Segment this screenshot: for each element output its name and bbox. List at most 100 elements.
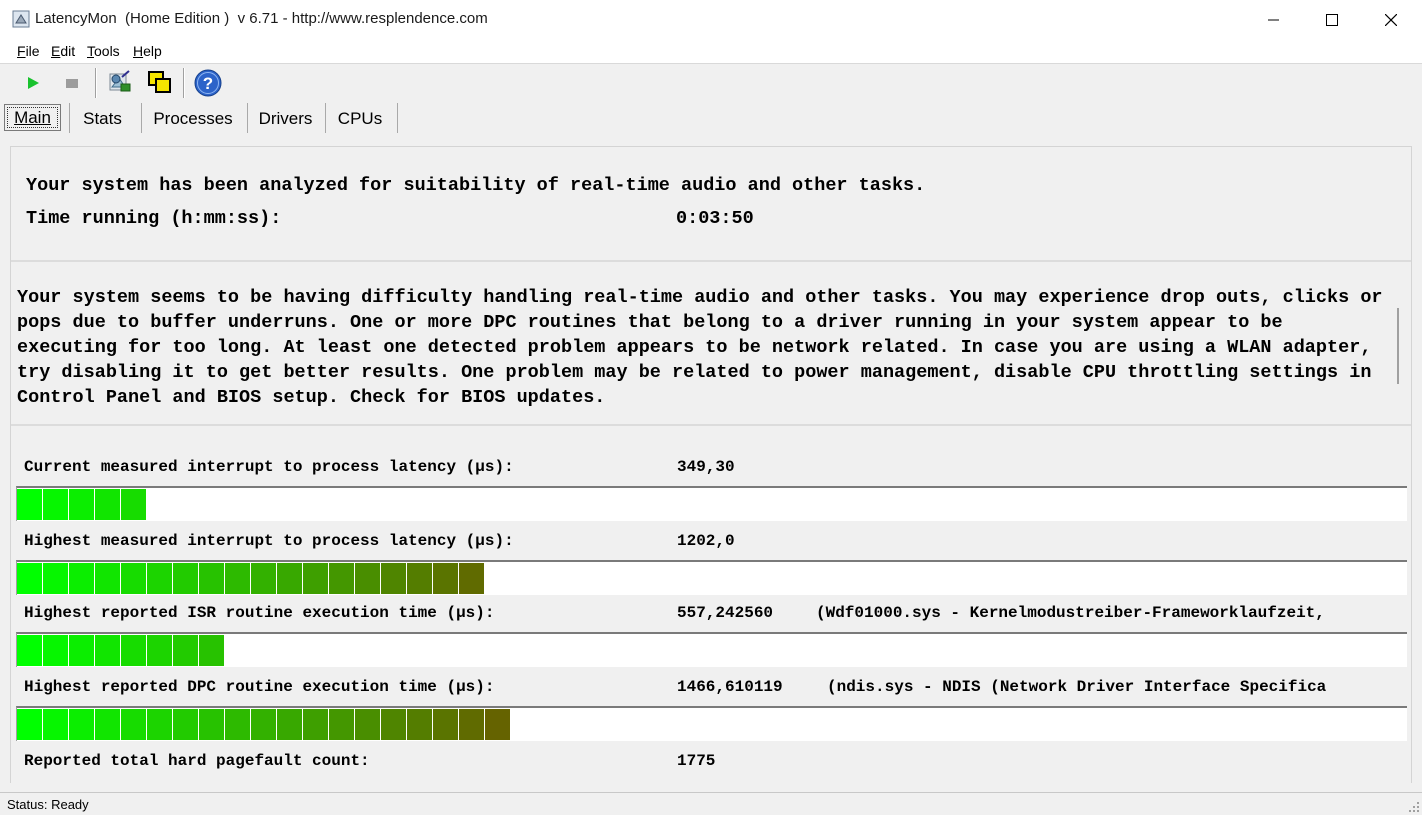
latency-bar-fill [17, 562, 485, 595]
menu-tools[interactable]: Tools [87, 43, 120, 59]
title-bar: LatencyMon (Home Edition ) v 6.71 - http… [0, 0, 1422, 39]
time-running-label: Time running (h:mm:ss): [26, 208, 282, 229]
latency-bar-segment [303, 563, 329, 594]
latency-bar-segment [407, 709, 433, 740]
latency-bar-segment [43, 563, 69, 594]
latency-bar-segment [95, 635, 121, 666]
metric-value: 1466,610119 [677, 678, 783, 696]
svg-text:?: ? [203, 74, 213, 93]
metric-label: Highest reported DPC routine execution t… [24, 678, 495, 696]
latency-bar-segment [147, 635, 173, 666]
summary-panel: Your system has been analyzed for suitab… [11, 147, 1411, 262]
latency-bar-segment [277, 563, 303, 594]
latency-bar-segment [225, 709, 251, 740]
menu-bar: File Edit Tools Help [0, 39, 1422, 64]
toolbar-separator [183, 68, 185, 98]
maximize-button[interactable] [1303, 0, 1361, 39]
latency-bar-segment [17, 635, 43, 666]
latency-bar-segment [329, 563, 355, 594]
latency-bar-segment [173, 635, 199, 666]
latency-bar-segment [95, 489, 121, 520]
latency-bar [16, 486, 1407, 521]
tab-stats[interactable]: Stats [70, 103, 135, 135]
tab-bar: Main Stats Processes Drivers CPUs [0, 101, 1422, 135]
latency-bar [16, 706, 1407, 741]
latency-bar-segment [199, 635, 225, 666]
tab-separator [141, 103, 142, 133]
metric-value: 1775 [677, 752, 716, 770]
latency-bar-segment [277, 709, 303, 740]
windows-button[interactable] [144, 67, 176, 99]
latency-bar-segment [69, 709, 95, 740]
tab-cpus[interactable]: CPUs [327, 103, 393, 135]
tab-main[interactable]: Main [4, 104, 61, 131]
stop-button[interactable] [56, 67, 88, 99]
help-button[interactable]: ? [192, 67, 224, 99]
latency-bar-segment [381, 709, 407, 740]
latency-bar-segment [407, 563, 433, 594]
start-button[interactable] [17, 67, 49, 99]
latency-bar-segment [199, 563, 225, 594]
latency-bar-segment [69, 635, 95, 666]
latency-bar [16, 560, 1407, 595]
stop-icon [66, 79, 78, 88]
latency-bar-segment [355, 709, 381, 740]
latency-bar-segment [121, 489, 147, 520]
time-running-value: 0:03:50 [676, 208, 754, 229]
latency-bar-segment [147, 709, 173, 740]
help-icon: ? [194, 69, 222, 97]
main-content: Your system has been analyzed for suitab… [10, 146, 1412, 783]
metric-label: Highest reported ISR routine execution t… [24, 604, 495, 622]
toolbar-separator [95, 68, 97, 98]
minimize-button[interactable] [1245, 0, 1303, 39]
metric-value: 1202,0 [677, 532, 735, 550]
latency-bar-segment [459, 709, 485, 740]
maximize-icon [1326, 13, 1338, 26]
tab-drivers[interactable]: Drivers [248, 103, 323, 135]
tab-processes[interactable]: Processes [143, 103, 243, 135]
latency-bar-segment [485, 709, 511, 740]
latency-bar-fill [17, 708, 511, 741]
metric-value: 557,242560 [677, 604, 774, 622]
latency-bar-segment [173, 709, 199, 740]
latency-bar-segment [43, 635, 69, 666]
metric-driver-detail: (ndis.sys - NDIS (Network Driver Interfa… [827, 678, 1327, 696]
latency-bar-segment [69, 489, 95, 520]
metric-label: Current measured interrupt to process la… [24, 458, 514, 476]
status-text: Status: Ready [7, 797, 89, 812]
latency-bar-segment [251, 709, 277, 740]
latency-bar-segment [147, 563, 173, 594]
metric-label: Reported total hard pagefault count: [24, 752, 370, 770]
message-scrollbar[interactable] [1397, 308, 1399, 384]
latency-bar-segment [69, 563, 95, 594]
menu-file[interactable]: File [17, 43, 40, 59]
latency-bar-segment [329, 709, 355, 740]
latency-bar-segment [121, 635, 147, 666]
latency-bar-segment [303, 709, 329, 740]
conclusion-panel[interactable]: Your system seems to be having difficult… [11, 264, 1411, 426]
latency-bar-fill [17, 488, 147, 521]
latency-bar-segment [459, 563, 485, 594]
driver-settings-button[interactable] [104, 67, 136, 99]
conclusion-message: Your system seems to be having difficult… [17, 287, 1394, 408]
latency-bar-fill [17, 634, 225, 667]
close-button[interactable] [1362, 0, 1420, 39]
latency-bar-segment [173, 563, 199, 594]
status-bar: Status: Ready [0, 792, 1422, 815]
analysis-summary-text: Your system has been analyzed for suitab… [26, 175, 926, 196]
window-title: LatencyMon (Home Edition ) v 6.71 - http… [35, 10, 488, 27]
latency-bar-segment [121, 563, 147, 594]
windows-icon [148, 71, 171, 93]
menu-edit[interactable]: Edit [51, 43, 75, 59]
latency-bar-segment [95, 709, 121, 740]
latency-bar-segment [433, 709, 459, 740]
latency-bar-segment [95, 563, 121, 594]
metric-driver-detail: (Wdf01000.sys - Kernelmodustreiber-Frame… [816, 604, 1325, 622]
minimize-icon [1268, 19, 1279, 20]
menu-help[interactable]: Help [133, 43, 162, 59]
latency-bar-segment [43, 489, 69, 520]
size-grip-icon[interactable] [1406, 799, 1420, 813]
latency-bar-segment [199, 709, 225, 740]
toolbar: ? [0, 65, 1422, 101]
latency-bar-segment [17, 489, 43, 520]
